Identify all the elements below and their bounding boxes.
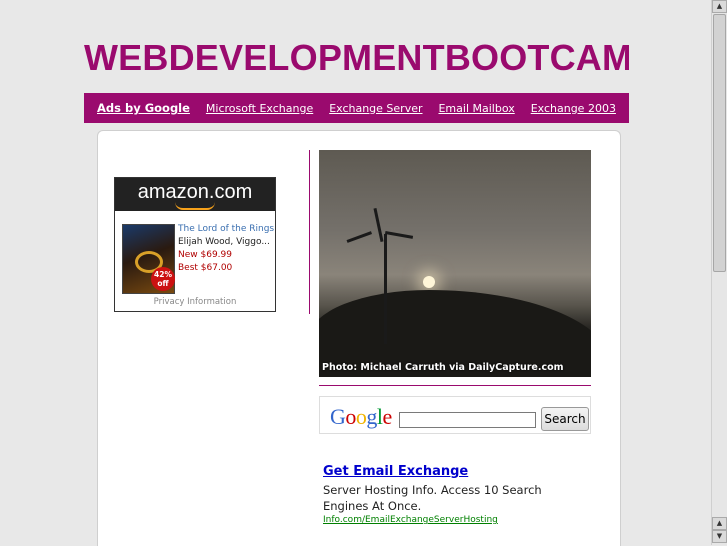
google-logo-letter: g [366,404,377,429]
google-search-button[interactable]: Search [541,407,589,431]
ad-description: Server Hosting Info. Access 10 Search En… [323,483,542,513]
privacy-information-link[interactable]: Privacy Information [115,297,275,307]
wind-turbine-blade [373,208,384,242]
product-cast: Elijah Wood, Viggo... [178,237,270,247]
google-search-input[interactable] [399,412,536,428]
ad-url-link[interactable]: Info.com/EmailExchangeServerHosting [323,515,498,525]
discount-off: off [157,279,169,288]
google-logo-letter: o [345,404,356,429]
nav-link-exchange-server[interactable]: Exchange Server [329,102,422,115]
google-logo: Google [330,406,392,428]
section-divider [319,385,591,386]
wind-turbine-blade [385,231,414,239]
amazon-logo[interactable]: amazon.com [115,178,275,211]
vertical-scrollbar[interactable]: ▲ ▲ ▼ [711,0,727,545]
sun-shape [423,276,435,288]
ads-by-google-link[interactable]: Ads by Google [97,101,190,115]
amazon-brand: amazon.com [137,181,253,203]
wind-turbine-blade [346,231,372,243]
nav-link-email-mailbox[interactable]: Email Mailbox [438,102,514,115]
google-search-box: Google Search [319,396,591,434]
product-new-price: New $69.99 [178,250,232,260]
google-logo-letter: G [330,404,346,429]
arrow-up-icon[interactable]: ▲ [712,517,727,530]
nav-link-microsoft-exchange[interactable]: Microsoft Exchange [206,102,313,115]
top-nav: Ads by Google Microsoft Exchange Exchang… [84,93,629,123]
arrow-up-icon[interactable]: ▲ [712,0,727,13]
amazon-widget[interactable]: amazon.com 42% off The Lord of the Rings… [114,177,276,312]
product-best-price: Best $67.00 [178,263,233,273]
photo-caption: Photo: Michael Carruth via DailyCapture.… [322,362,564,373]
ad-title-link[interactable]: Get Email Exchange [323,464,468,479]
discount-badge: 42% off [151,267,175,291]
amazon-product[interactable]: 42% off The Lord of the Rings Elijah Woo… [122,224,274,294]
column-divider [309,150,310,314]
featured-photo: Photo: Michael Carruth via DailyCapture.… [319,150,591,377]
amazon-smile-icon [175,202,215,210]
google-logo-letter: e [382,404,393,429]
nav-link-exchange-2003[interactable]: Exchange 2003 [531,102,616,115]
product-cover-image[interactable]: 42% off [122,224,175,294]
site-title: WEBDEVELOPMENTBOOTCAMP [84,37,629,78]
discount-percent: 42% [154,270,172,279]
scrollbar-thumb[interactable] [713,14,726,272]
product-title-link[interactable]: The Lord of the Rings [178,224,274,234]
google-logo-letter: o [355,404,367,429]
arrow-down-icon[interactable]: ▼ [712,530,727,543]
wind-turbine-mast [384,234,387,344]
